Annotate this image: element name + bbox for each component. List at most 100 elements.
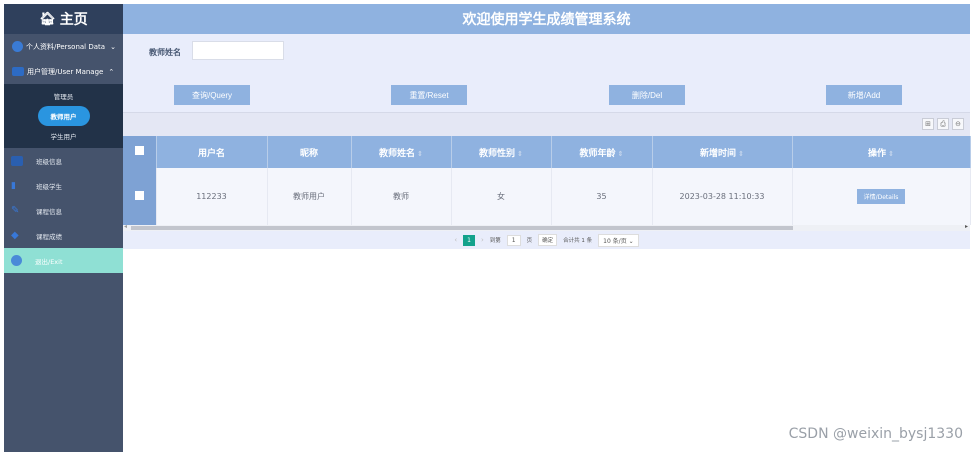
delete-button[interactable]: 删除/Del bbox=[609, 85, 685, 105]
details-button[interactable]: 详情/Details bbox=[856, 189, 906, 204]
current-page[interactable]: 1 bbox=[463, 234, 475, 246]
watermark: CSDN @weixin_bysj1330 bbox=[788, 426, 963, 442]
sidebar-item-course-grades[interactable]: ◆ 课程成绩 bbox=[4, 223, 123, 248]
column-header-label: 新增时间 bbox=[700, 148, 737, 159]
export-icon[interactable]: ⊖ bbox=[952, 118, 964, 130]
class-info-icon bbox=[11, 155, 23, 166]
building-icon: ▮ bbox=[11, 180, 16, 191]
main-content: 欢迎使用学生成绩管理系统 教师姓名 查询/Query 重置/Reset 删除/D… bbox=[123, 4, 971, 452]
exit-user-icon bbox=[11, 255, 22, 266]
sidebar-item-label: 课程成绩 bbox=[36, 232, 62, 241]
home-icon: 🏠︎ bbox=[39, 11, 56, 27]
column-header-label: 昵称 bbox=[299, 148, 318, 159]
sidebar-item-teacher-users[interactable]: 教师用户 bbox=[4, 106, 123, 126]
sidebar-item-label: 班级信息 bbox=[36, 157, 62, 166]
col-teacher-gender[interactable]: 教师性别 ⇕ bbox=[451, 136, 552, 168]
menu-personal-data[interactable]: 个人资料/Personal Data ⌄ bbox=[4, 34, 123, 59]
brand-home-link[interactable]: 🏠︎ 主页 bbox=[4, 4, 123, 34]
sort-icon[interactable]: ⇕ bbox=[417, 150, 423, 158]
sidebar-item-student-users[interactable]: 学生用户 bbox=[4, 126, 123, 146]
teacher-name-input[interactable] bbox=[192, 41, 284, 60]
column-header-label: 用户名 bbox=[197, 148, 225, 159]
table-row[interactable]: 112233 教师用户 教师 女 35 2023-03-28 11:10:33 … bbox=[123, 168, 971, 225]
sidebar-item-exit[interactable]: 退出/Exit bbox=[4, 248, 123, 273]
reset-button[interactable]: 重置/Reset bbox=[391, 85, 467, 105]
goto-label: 到第 bbox=[489, 238, 501, 244]
cell-actions: 详情/Details bbox=[792, 168, 971, 225]
goto-confirm-button[interactable]: 确定 bbox=[538, 234, 558, 246]
column-header-label: 操作 bbox=[868, 148, 887, 159]
col-nickname: 昵称 bbox=[267, 136, 352, 168]
row-checkbox[interactable] bbox=[134, 191, 144, 200]
sidebar-item-label: 教师用户 bbox=[37, 106, 90, 126]
sort-icon[interactable]: ⇕ bbox=[517, 150, 523, 158]
menu-user-manage[interactable]: 用户管理/User Manage ⌃ bbox=[4, 59, 123, 84]
sidebar-item-label: 学生用户 bbox=[50, 133, 77, 141]
column-header-label: 教师年龄 bbox=[579, 148, 616, 159]
tag-icon: ◆ bbox=[11, 230, 19, 241]
col-created-time[interactable]: 新增时间 ⇕ bbox=[652, 136, 793, 168]
query-button[interactable]: 查询/Query bbox=[174, 85, 250, 105]
sidebar-item-admin[interactable]: 管理员 bbox=[4, 86, 123, 106]
table-toolbar: ⊞ ⎙ ⊖ bbox=[123, 112, 970, 136]
col-actions[interactable]: 操作 ⇕ bbox=[792, 136, 971, 168]
cell-created-time: 2023-03-28 11:10:33 bbox=[652, 168, 793, 225]
menu-user-manage-label: 用户管理/User Manage bbox=[27, 67, 104, 76]
cell-teacher-gender: 女 bbox=[451, 168, 552, 225]
sidebar-item-class-students[interactable]: ▮ 班级学生 bbox=[4, 173, 123, 198]
print-icon[interactable]: ⎙ bbox=[937, 118, 949, 130]
pagination: ‹ 1 › 到第 1 页 确定 合计共 1 条 10 条/页 ⌄ bbox=[123, 231, 970, 249]
app: 🏠︎ 主页 个人资料/Personal Data ⌄ 用户管理/User Man… bbox=[0, 0, 977, 454]
col-teacher-name[interactable]: 教师姓名 ⇕ bbox=[351, 136, 452, 168]
goto-page-input[interactable]: 1 bbox=[506, 234, 521, 246]
brand-label: 主页 bbox=[59, 12, 88, 28]
table-tools: ⊞ ⎙ ⊖ bbox=[922, 118, 964, 130]
search-panel: 教师姓名 查询/Query 重置/Reset 删除/Del 新增/Add bbox=[123, 34, 970, 112]
sort-icon[interactable]: ⇕ bbox=[888, 150, 894, 158]
table-header-row: 用户名 昵称 教师姓名 ⇕ 教师性别 ⇕ 教师年龄 ⇕ 新增时间 ⇕ 操作 ⇕ bbox=[123, 136, 971, 168]
sort-icon[interactable]: ⇕ bbox=[618, 150, 624, 158]
menu-personal-label: 个人资料/Personal Data bbox=[26, 42, 106, 51]
col-username: 用户名 bbox=[156, 136, 268, 168]
cell-teacher-name: 教师 bbox=[351, 168, 452, 225]
cell-nickname: 教师用户 bbox=[267, 168, 352, 225]
chevron-up-icon: ⌃ bbox=[108, 67, 115, 76]
page-size-value: 10 条/页 bbox=[603, 237, 627, 245]
select-all-checkbox[interactable] bbox=[134, 146, 144, 155]
user-manage-submenu: 管理员 教师用户 学生用户 bbox=[4, 84, 123, 148]
users-icon bbox=[12, 67, 24, 76]
scroll-right-icon[interactable]: ▸ bbox=[965, 223, 968, 230]
sidebar-item-class-info[interactable]: 班级信息 bbox=[4, 148, 123, 173]
select-all-cell[interactable] bbox=[123, 136, 157, 168]
row-select-cell[interactable] bbox=[123, 168, 157, 225]
prev-page-icon[interactable]: ‹ bbox=[454, 236, 457, 244]
chevron-down-icon: ⌄ bbox=[628, 237, 634, 245]
pen-icon: ✎ bbox=[11, 205, 20, 216]
sidebar-item-label: 退出/Exit bbox=[35, 257, 63, 266]
teacher-name-label: 教师姓名 bbox=[149, 48, 181, 57]
scrollbar-thumb[interactable] bbox=[131, 226, 793, 230]
col-teacher-age[interactable]: 教师年龄 ⇕ bbox=[551, 136, 653, 168]
sort-icon[interactable]: ⇕ bbox=[738, 150, 744, 158]
column-header-label: 教师性别 bbox=[479, 148, 516, 159]
sidebar-item-label: 班级学生 bbox=[36, 182, 62, 191]
column-header-label: 教师姓名 bbox=[379, 148, 416, 159]
sidebar: 🏠︎ 主页 个人资料/Personal Data ⌄ 用户管理/User Man… bbox=[4, 4, 123, 452]
page-title: 欢迎使用学生成绩管理系统 bbox=[123, 4, 970, 34]
total-count: 合计共 1 条 bbox=[563, 238, 593, 244]
sidebar-item-course-info[interactable]: ✎ 课程信息 bbox=[4, 198, 123, 223]
sidebar-item-label: 管理员 bbox=[53, 93, 74, 101]
data-table-wrapper: 用户名 昵称 教师姓名 ⇕ 教师性别 ⇕ 教师年龄 ⇕ 新增时间 ⇕ 操作 ⇕ 11223… bbox=[123, 136, 971, 225]
page-unit-label: 页 bbox=[526, 238, 533, 244]
columns-icon[interactable]: ⊞ bbox=[922, 118, 934, 130]
chevron-down-icon: ⌄ bbox=[110, 42, 116, 51]
cell-username: 112233 bbox=[156, 168, 268, 225]
next-page-icon[interactable]: › bbox=[481, 236, 484, 244]
scroll-left-icon[interactable]: ◂ bbox=[124, 223, 127, 230]
teacher-table: 用户名 昵称 教师姓名 ⇕ 教师性别 ⇕ 教师年龄 ⇕ 新增时间 ⇕ 操作 ⇕ 11223… bbox=[123, 136, 971, 225]
sidebar-item-label: 课程信息 bbox=[36, 207, 62, 216]
cell-teacher-age: 35 bbox=[551, 168, 653, 225]
add-button[interactable]: 新增/Add bbox=[826, 85, 902, 105]
page-size-select[interactable]: 10 条/页 ⌄ bbox=[598, 233, 639, 247]
user-circle-icon bbox=[12, 41, 23, 52]
